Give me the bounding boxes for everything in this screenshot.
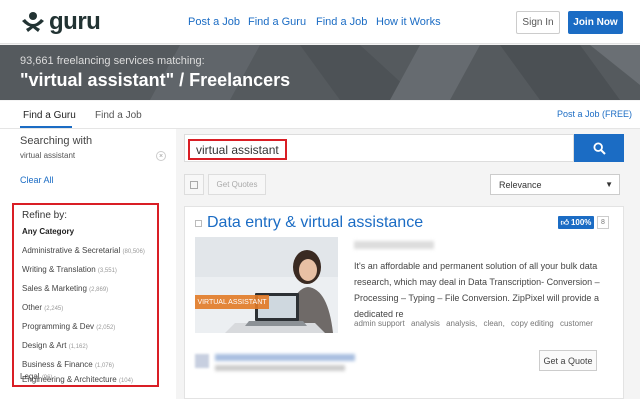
blurred-seller-location: [215, 365, 345, 371]
skill-tag[interactable]: customer: [560, 319, 593, 328]
join-now-button[interactable]: Join Now: [568, 11, 623, 34]
skill-tag[interactable]: clean,: [483, 319, 504, 328]
search-input-value: virtual assistant: [188, 139, 287, 160]
get-quotes-button[interactable]: Get Quotes: [208, 174, 266, 195]
result-card: Data entry & virtual assistance 👍︎ 100% …: [184, 206, 624, 399]
logo-wordmark: guru: [49, 8, 101, 35]
category-other[interactable]: Other (2,245): [22, 303, 63, 312]
dropdown-caret-icon: ▼: [605, 180, 613, 189]
category-label: Programming & Dev: [22, 322, 95, 331]
guru-logo[interactable]: guru: [20, 8, 101, 36]
category-count: (80,506): [122, 249, 145, 255]
category-programming[interactable]: Programming & Dev (2,052): [22, 322, 115, 331]
category-count: (96): [41, 375, 53, 381]
seller-avatar[interactable]: [195, 354, 209, 368]
skill-tag[interactable]: copy editing: [511, 319, 554, 328]
sort-select[interactable]: Relevance ▼: [490, 174, 620, 195]
rating-count: 8: [597, 216, 609, 229]
refine-by-panel: Refine by: Any Category Administrative &…: [12, 203, 159, 387]
category-administrative[interactable]: Administrative & Secretarial (80,506): [22, 246, 145, 255]
result-title-link[interactable]: Data entry & virtual assistance: [207, 214, 423, 232]
category-label: Administrative & Secretarial: [22, 246, 121, 255]
clear-all-link[interactable]: Clear All: [20, 175, 54, 185]
result-description: It's an affordable and permanent solutio…: [354, 261, 600, 319]
search-icon: [592, 141, 606, 155]
tab-find-a-job[interactable]: Find a Job: [95, 110, 142, 121]
active-tab-indicator: [20, 126, 72, 128]
category-count: (104): [118, 378, 133, 384]
sort-select-value: Relevance: [499, 179, 542, 190]
results-toolbar: Get Quotes Relevance ▼: [184, 174, 624, 196]
skill-tag[interactable]: analysis: [411, 319, 440, 328]
category-label: Legal: [20, 372, 40, 381]
results-banner: 93,661 freelancing services matching: "v…: [0, 45, 640, 100]
nav-find-a-guru[interactable]: Find a Guru: [248, 16, 306, 28]
search-input[interactable]: virtual assistant: [184, 134, 574, 162]
search-bar: virtual assistant: [184, 134, 624, 162]
results-count: 93,661 freelancing services matching:: [20, 55, 205, 67]
searching-with-label: Searching with: [20, 135, 93, 147]
nav-how-it-works[interactable]: How it Works: [376, 16, 441, 28]
rating-badge: 👍︎ 100%: [558, 216, 594, 229]
category-count: (2,052): [96, 325, 116, 331]
sign-in-button[interactable]: Sign In: [516, 11, 560, 34]
results-query-title: "virtual assistant" / Freelancers: [20, 70, 291, 90]
get-a-quote-button[interactable]: Get a Quote: [539, 350, 597, 371]
category-label: Business & Finance: [22, 360, 93, 369]
guru-logo-icon: [22, 12, 44, 32]
category-label: Writing & Translation: [22, 265, 96, 274]
blurred-price-meta: [354, 241, 434, 249]
category-legal[interactable]: Legal (96): [20, 372, 52, 381]
skill-tags: admin support analysis analysis, clean, …: [354, 319, 620, 328]
active-search-term: virtual assistant: [20, 151, 76, 160]
refine-by-title: Refine by:: [22, 210, 68, 221]
service-thumbnail[interactable]: VIRTUAL ASSISTANT: [195, 237, 338, 333]
nav-post-a-job[interactable]: Post a Job: [188, 16, 240, 28]
virtual-assistant-photo: [195, 237, 338, 333]
category-label: Sales & Marketing: [22, 284, 87, 293]
category-count: (2,869): [89, 287, 109, 293]
category-design[interactable]: Design & Art (1,162): [22, 341, 88, 350]
thumbs-up-icon: 👍︎: [560, 217, 569, 227]
category-writing[interactable]: Writing & Translation (3,551): [22, 265, 117, 274]
result-select-checkbox[interactable]: [195, 220, 202, 227]
post-a-job-free-link[interactable]: Post a Job (FREE): [557, 109, 632, 119]
skill-tag[interactable]: admin support: [354, 319, 405, 328]
search-tabs: Find a Guru Find a Job Post a Job (FREE): [0, 101, 640, 129]
filter-sidebar: Searching with virtual assistant × Clear…: [0, 129, 176, 399]
search-button[interactable]: [574, 134, 624, 162]
category-any[interactable]: Any Category: [22, 227, 74, 236]
checkbox-icon: [190, 180, 198, 189]
nav-find-a-job[interactable]: Find a Job: [316, 16, 367, 28]
thumbnail-tag: VIRTUAL ASSISTANT: [195, 295, 269, 309]
remove-term-icon[interactable]: ×: [156, 151, 166, 161]
results-main: virtual assistant Get Quotes Relevance ▼…: [176, 129, 640, 399]
rating-value: 100%: [570, 218, 592, 227]
skill-tag[interactable]: analysis,: [446, 319, 477, 328]
select-all-checkbox[interactable]: [184, 174, 204, 195]
top-navigation-bar: guru Post a Job Find a Guru Find a Job H…: [0, 0, 640, 44]
category-count: (3,551): [97, 268, 117, 274]
category-label: Any Category: [22, 227, 75, 236]
category-count: (1,076): [94, 363, 114, 369]
category-count: (2,245): [44, 306, 64, 312]
blurred-seller-name[interactable]: [215, 354, 355, 361]
category-label: Design & Art: [22, 341, 67, 350]
tab-find-a-guru[interactable]: Find a Guru: [23, 110, 76, 121]
category-label: Other: [22, 303, 43, 312]
category-sales[interactable]: Sales & Marketing (2,869): [22, 284, 108, 293]
category-count: (1,162): [68, 344, 88, 350]
category-business[interactable]: Business & Finance (1,076): [22, 360, 114, 369]
